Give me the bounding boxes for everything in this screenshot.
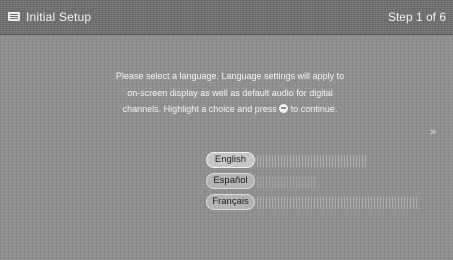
- header-bar: Initial Setup Step 1 of 6: [0, 0, 453, 35]
- step-indicator: Step 1 of 6: [387, 10, 446, 24]
- scanline-artifact: [257, 176, 317, 188]
- instruction-line-3-prefix: channels. Highlight a choice and press: [122, 104, 277, 114]
- setup-menu-icon: [8, 12, 20, 21]
- instruction-line-3-suffix: to continue.: [290, 104, 338, 114]
- scanline-artifact: [257, 197, 417, 209]
- setup-screen: Initial Setup Step 1 of 6 Please select …: [0, 0, 453, 260]
- instruction-line-1: Please select a language. Language setti…: [115, 71, 345, 81]
- scroll-right-icon: »: [430, 126, 437, 138]
- instruction-text: Please select a language. Language setti…: [80, 68, 380, 118]
- instruction-line-2: on-screen display as well as default aud…: [127, 87, 333, 98]
- scanline-artifact: [257, 155, 367, 167]
- language-option-espanol[interactable]: Español: [206, 173, 255, 189]
- language-option-english[interactable]: English: [206, 152, 255, 168]
- language-option-francais[interactable]: Français: [206, 194, 255, 210]
- page-title: Initial Setup: [26, 10, 92, 24]
- enter-button-icon: [279, 104, 289, 113]
- instruction-line-3: channels. Highlight a choice and press t…: [80, 101, 380, 118]
